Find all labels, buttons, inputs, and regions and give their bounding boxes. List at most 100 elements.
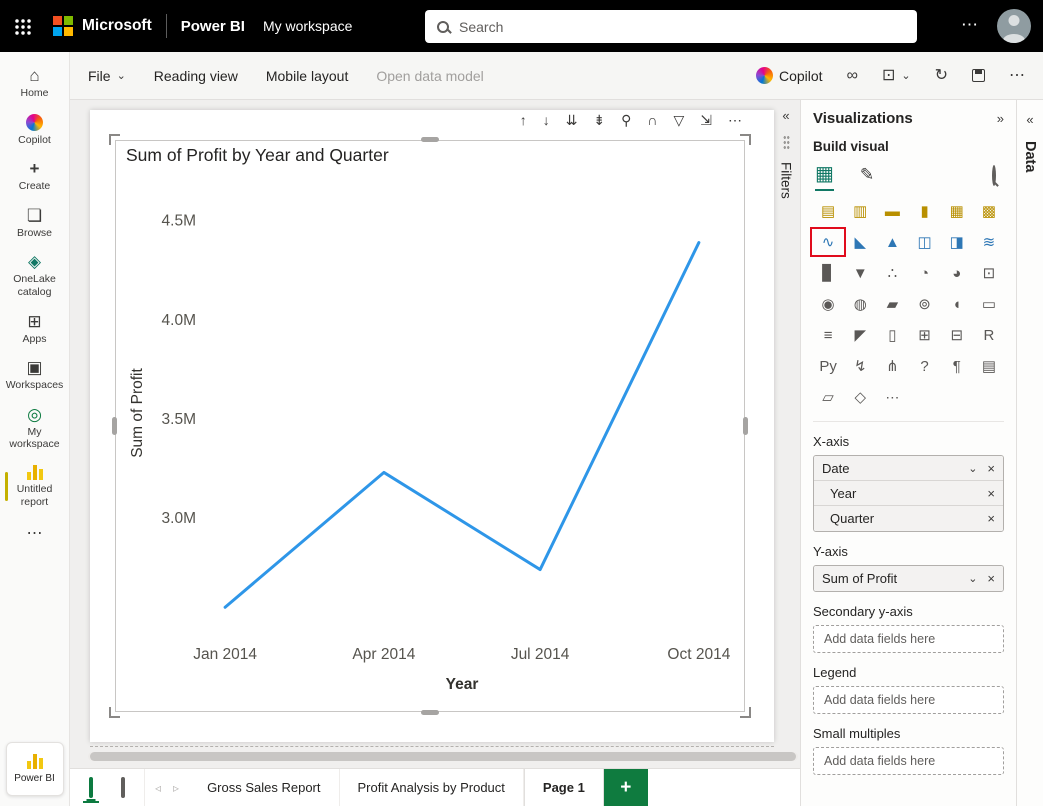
scatter-chart-icon[interactable]: ∴ — [877, 261, 907, 285]
file-menu-button[interactable]: File ⌄ — [88, 68, 126, 84]
pin-visual-icon[interactable]: ⚲ — [621, 113, 631, 127]
remove-field-icon[interactable]: × — [987, 461, 995, 476]
collapse-visualizations-icon[interactable]: » — [997, 111, 1004, 126]
resize-handle-right[interactable] — [743, 417, 748, 435]
table-icon[interactable]: ⊞ — [909, 323, 939, 347]
ribbon-more-options-icon[interactable]: ⋯ — [1009, 68, 1025, 84]
stacked-bar-chart-icon[interactable]: ▤ — [813, 199, 843, 223]
next-page-icon[interactable]: ▹ — [173, 781, 179, 795]
resize-handle-bottom-right[interactable] — [740, 707, 751, 718]
save-icon[interactable] — [972, 69, 985, 82]
chevron-down-icon[interactable]: ⌄ — [968, 572, 977, 585]
mobile-layout-view-button[interactable] — [118, 774, 128, 802]
kpi-icon[interactable]: ◤ — [845, 323, 875, 347]
stacked-area-chart-icon[interactable]: ▲ — [877, 230, 907, 254]
ribbon-chart-icon[interactable]: ≋ — [974, 230, 1004, 254]
python-visual-icon[interactable]: Py — [813, 354, 843, 378]
expand-filters-icon[interactable]: « — [782, 108, 789, 123]
key-influencers-icon[interactable]: ↯ — [845, 354, 875, 378]
nav-item-workspaces[interactable]: ▣ Workspaces — [0, 352, 69, 399]
drill-down-icon[interactable]: ↓ — [543, 113, 550, 127]
nav-item-untitled-report[interactable]: Untitled report — [0, 458, 69, 515]
previous-page-icon[interactable]: ◃ — [155, 781, 161, 795]
data-pane-title[interactable]: Data — [1022, 141, 1038, 172]
line-and-stacked-column-chart-icon[interactable]: ◫ — [909, 230, 939, 254]
100-stacked-bar-chart-icon[interactable]: ▦ — [942, 199, 972, 223]
account-avatar[interactable] — [997, 9, 1031, 43]
filter-icon[interactable]: ▽ — [673, 113, 684, 127]
resize-handle-left[interactable] — [112, 417, 117, 435]
build-visual-tab[interactable]: ▦ — [815, 164, 834, 191]
expand-data-pane-icon[interactable]: « — [1026, 112, 1033, 127]
nav-item-home[interactable]: ⌂ Home — [0, 60, 69, 107]
map-icon[interactable]: ◉ — [813, 292, 843, 316]
report-page[interactable]: ↑↓⇊⇟⚲∩▽⇲⋯ Sum of Profit by Year and Quar… — [90, 110, 774, 742]
set-alert-icon[interactable]: ∩ — [647, 113, 657, 127]
resize-handle-top-right[interactable] — [740, 134, 751, 145]
resize-handle-top-left[interactable] — [109, 134, 120, 145]
treemap-icon[interactable]: ⊡ — [974, 261, 1004, 285]
funnel-chart-icon[interactable]: ▼ — [845, 261, 875, 285]
r-script-visual-icon[interactable]: R — [974, 323, 1004, 347]
page-tab-profit-analysis-by-product[interactable]: Profit Analysis by Product — [340, 769, 524, 806]
format-visual-tab[interactable]: ✎ — [860, 166, 874, 189]
chevron-down-icon[interactable]: ⌄ — [968, 462, 977, 475]
drill-up-icon[interactable]: ↑ — [520, 113, 527, 127]
filled-map-icon[interactable]: ◍ — [845, 292, 875, 316]
field-pill-year[interactable]: Year× — [814, 481, 1003, 506]
paginated-report-icon[interactable]: ▤ — [974, 354, 1004, 378]
nav-item-create[interactable]: + Create — [0, 153, 69, 200]
profit-line-chart-visual[interactable]: ↑↓⇊⇟⚲∩▽⇲⋯ Sum of Profit by Year and Quar… — [115, 140, 745, 712]
refresh-icon[interactable]: ↻ — [935, 68, 948, 84]
nav-item-copilot[interactable]: Copilot — [0, 107, 69, 154]
q-and-a-icon[interactable]: ? — [909, 354, 939, 378]
expand-all-levels-icon[interactable]: ⇟ — [593, 113, 605, 127]
field-pill-date[interactable]: Date⌄× — [814, 456, 1003, 481]
shape-map-icon[interactable]: ▰ — [877, 292, 907, 316]
nav-more-options-icon[interactable]: ⋯ — [27, 523, 43, 543]
expand-next-level-icon[interactable]: ⇊ — [566, 113, 578, 127]
nav-item-my-workspace[interactable]: ◎ My workspace — [0, 399, 69, 458]
analytics-tab[interactable] — [992, 167, 996, 189]
web-layout-view-button[interactable] — [86, 774, 96, 802]
decomposition-tree-icon[interactable]: ⋔ — [877, 354, 907, 378]
line-chart-icon[interactable]: ∿ — [813, 230, 843, 254]
smart-narrative-icon[interactable]: ¶ — [942, 354, 972, 378]
remove-field-icon[interactable]: × — [987, 511, 995, 526]
gauge-icon[interactable]: ◖ — [942, 292, 972, 316]
focus-mode-icon[interactable]: ⇲ — [700, 113, 712, 127]
filters-pane-title[interactable]: Filters — [779, 162, 794, 199]
workspace-name[interactable]: My workspace — [263, 18, 352, 34]
more-visuals-icon[interactable]: ⋯ — [877, 385, 907, 409]
nav-item-browse[interactable]: ❏ Browse — [0, 200, 69, 247]
100-stacked-column-chart-icon[interactable]: ▩ — [974, 199, 1004, 223]
page-tab-gross-sales-report[interactable]: Gross Sales Report — [189, 769, 339, 806]
copilot-button[interactable]: Copilot — [756, 67, 823, 84]
filters-drag-handle[interactable] — [783, 135, 790, 150]
card-icon[interactable]: ▭ — [974, 292, 1004, 316]
line-and-clustered-column-chart-icon[interactable]: ◨ — [942, 230, 972, 254]
field-pill-quarter[interactable]: Quarter× — [814, 506, 1003, 531]
clustered-column-chart-icon[interactable]: ▮ — [909, 199, 939, 223]
stacked-column-chart-icon[interactable]: ▥ — [845, 199, 875, 223]
area-chart-icon[interactable]: ◣ — [845, 230, 875, 254]
pie-chart-icon[interactable]: ◔ — [909, 261, 939, 285]
remove-field-icon[interactable]: × — [987, 571, 995, 586]
search-input[interactable] — [459, 19, 905, 35]
matrix-icon[interactable]: ⊟ — [942, 323, 972, 347]
resize-handle-bottom[interactable] — [421, 710, 439, 715]
global-search-box[interactable] — [425, 10, 917, 43]
slicer-icon[interactable]: ▯ — [877, 323, 907, 347]
resize-handle-bottom-left[interactable] — [109, 707, 120, 718]
mobile-layout-button[interactable]: Mobile layout — [266, 68, 349, 84]
export-button[interactable]: ⊡ ⌄ — [882, 68, 911, 84]
topbar-more-options-icon[interactable]: ⋯ — [961, 15, 979, 35]
small-multiples-drop-zone[interactable]: Add data fields here — [813, 747, 1004, 775]
waterfall-chart-icon[interactable]: ▊ — [813, 261, 843, 285]
page-tab-page-1[interactable]: Page 1 — [524, 769, 604, 806]
power-apps-visual-icon[interactable]: ▱ — [813, 385, 843, 409]
reading-view-button[interactable]: Reading view — [154, 68, 238, 84]
explore-icon[interactable]: ∞ — [847, 68, 858, 84]
secondary-y-axis-drop-zone[interactable]: Add data fields here — [813, 625, 1004, 653]
legend-drop-zone[interactable]: Add data fields here — [813, 686, 1004, 714]
